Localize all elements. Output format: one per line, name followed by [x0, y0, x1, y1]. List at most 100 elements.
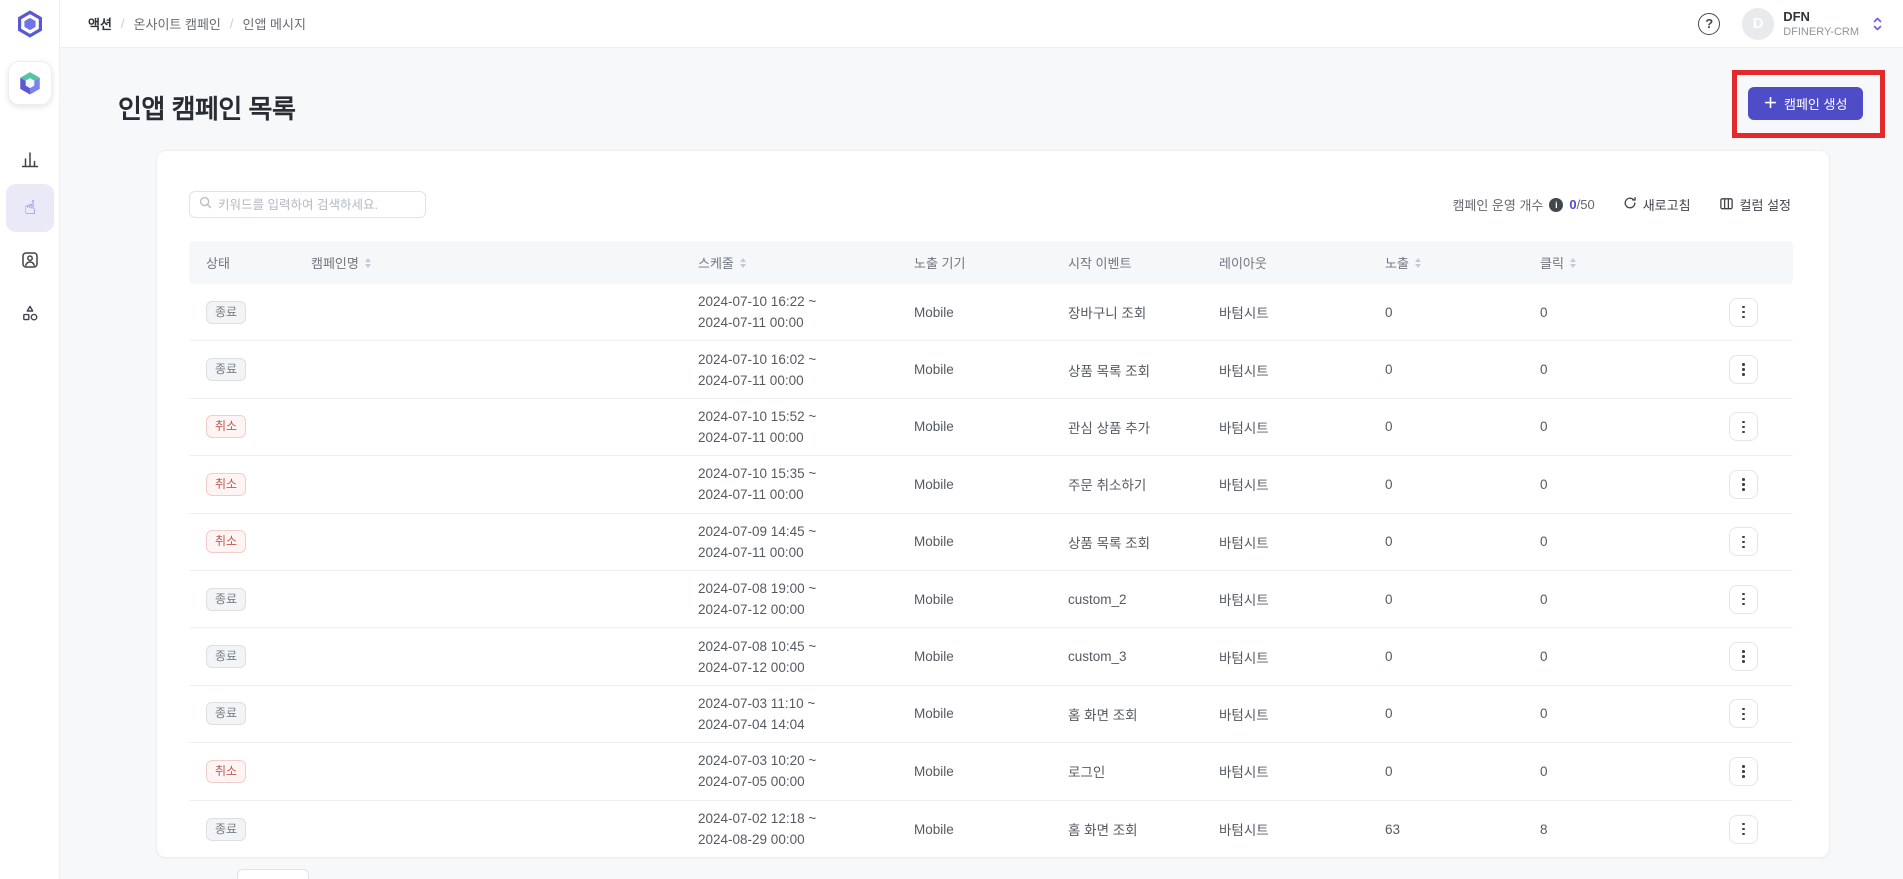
- schedule-start: 2024-07-03 10:20 ~: [698, 753, 817, 769]
- schedule-cell: 2024-07-09 14:45 ~ 2024-07-11 00:00: [681, 521, 897, 563]
- impressions-cell: 0: [1385, 706, 1393, 722]
- column-header-label: 스케줄: [698, 256, 734, 271]
- column-header-event: 시작 이벤트: [1051, 253, 1202, 272]
- impressions-cell: 0: [1385, 591, 1393, 607]
- row-actions-button[interactable]: [1729, 527, 1758, 557]
- sort-icon[interactable]: [1569, 257, 1576, 268]
- table-row: 종료 2024-07-08 10:45 ~ 2024-07-12 00:00 Mobi…: [189, 628, 1793, 686]
- status-badge: 종료: [206, 645, 247, 669]
- schedule-cell: 2024-07-02 12:18 ~ 2024-08-29 00:00: [681, 808, 897, 850]
- impressions-cell: 0: [1385, 534, 1393, 550]
- device-cell: Mobile: [914, 649, 954, 665]
- row-actions-button[interactable]: [1729, 469, 1758, 499]
- workspace-selector[interactable]: D DFN DFINERY-CRM: [1742, 7, 1883, 40]
- event-cell: custom_2: [1068, 591, 1127, 607]
- sidebar-item-data[interactable]: [6, 291, 54, 339]
- event-cell: 상품 목록 조회: [1068, 535, 1151, 551]
- table-row: 취소 2024-07-03 10:20 ~ 2024-07-05 00:00 Mobi…: [189, 743, 1793, 801]
- schedule-end: 2024-08-29 00:00: [698, 832, 805, 848]
- bar-chart-icon: [20, 149, 40, 174]
- table-body: 종료 2024-07-10 16:22 ~ 2024-07-11 00:00 Mobi…: [189, 284, 1793, 858]
- actions-cell: [1684, 297, 1793, 327]
- event-cell: custom_3: [1068, 649, 1127, 665]
- row-actions-button[interactable]: [1729, 297, 1758, 327]
- breadcrumb-item[interactable]: 액션: [88, 14, 112, 33]
- row-actions-button[interactable]: [1729, 814, 1758, 844]
- column-header-schedule[interactable]: 스케줄: [681, 253, 897, 272]
- refresh-icon: [1623, 196, 1637, 213]
- schedule-end: 2024-07-04 14:04: [698, 716, 805, 732]
- row-actions-button[interactable]: [1729, 412, 1758, 442]
- page-size-select[interactable]: [237, 869, 309, 879]
- schedule-end: 2024-07-11 00:00: [698, 315, 804, 331]
- status-badge: 취소: [206, 415, 247, 439]
- app-logo-icon[interactable]: [14, 8, 46, 40]
- column-settings-button[interactable]: 컬럼 설정: [1719, 195, 1791, 214]
- column-header-device: 노출 기기: [897, 253, 1051, 272]
- schedule-start: 2024-07-02 12:18 ~: [698, 811, 817, 827]
- workspace-name: DFINERY-CRM: [1783, 26, 1859, 38]
- status-cell: 종료: [189, 817, 294, 841]
- search-box: [189, 191, 426, 218]
- list-controls: 캠페인 운영 개수 i 0/50 새로고침 컬럼 설정: [1452, 191, 1791, 218]
- sort-icon[interactable]: [1414, 257, 1421, 268]
- breadcrumb: 액션 / 온사이트 캠페인 / 인앱 메시지: [88, 14, 306, 33]
- sort-icon[interactable]: [739, 257, 746, 268]
- sort-icon[interactable]: [364, 257, 371, 268]
- search-input[interactable]: [218, 197, 416, 212]
- column-header-label: 노출: [1385, 256, 1409, 271]
- column-header-label: 노출 기기: [914, 256, 966, 271]
- device-cell: Mobile: [914, 706, 954, 722]
- breadcrumb-item[interactable]: 인앱 메시지: [243, 14, 306, 33]
- info-icon[interactable]: i: [1549, 197, 1564, 212]
- sidebar-item-analytics[interactable]: [6, 137, 54, 185]
- column-header-impressions[interactable]: 노출: [1368, 253, 1523, 272]
- column-header-label: 레이아웃: [1219, 256, 1267, 271]
- campaign-count: 캠페인 운영 개수 i 0/50: [1452, 195, 1594, 214]
- breadcrumb-separator: /: [229, 16, 234, 31]
- refresh-button[interactable]: 새로고침: [1623, 195, 1691, 214]
- event-cell: 상품 목록 조회: [1068, 363, 1151, 379]
- campaign-table: 상태 캠페인명 스케줄 노출 기기 시작 이벤트 레이아웃 노출 클릭 종료 2024-07-1…: [189, 241, 1793, 858]
- row-actions-button[interactable]: [1729, 355, 1758, 385]
- refresh-label: 새로고침: [1642, 198, 1691, 213]
- column-header-name[interactable]: 캠페인명: [294, 253, 681, 272]
- table-row: 종료 2024-07-10 16:22 ~ 2024-07-11 00:00 Mobi…: [189, 284, 1793, 342]
- schedule-cell: 2024-07-08 19:00 ~ 2024-07-12 00:00: [681, 578, 897, 620]
- create-campaign-button[interactable]: 캠페인 생성: [1748, 87, 1864, 120]
- column-settings-label: 컬럼 설정: [1739, 198, 1791, 213]
- schedule-start: 2024-07-03 11:10 ~: [698, 695, 816, 711]
- schedule-cell: 2024-07-10 15:35 ~ 2024-07-11 00:00: [681, 463, 897, 505]
- event-cell: 장바구니 조회: [1068, 306, 1147, 322]
- status-cell: 종료: [189, 702, 294, 726]
- row-actions-button[interactable]: [1729, 756, 1758, 786]
- impressions-cell: 0: [1385, 763, 1393, 779]
- row-actions-button[interactable]: [1729, 642, 1758, 672]
- workspace-logo-icon[interactable]: [8, 61, 52, 105]
- status-cell: 종료: [189, 645, 294, 669]
- actions-cell: [1684, 814, 1793, 844]
- layout-cell: 바텀시트: [1219, 478, 1269, 494]
- sidebar-item-actions[interactable]: ☝: [6, 184, 54, 232]
- clicks-cell: 0: [1540, 362, 1548, 378]
- event-cell: 홈 화면 조회: [1068, 823, 1138, 839]
- breadcrumb-item[interactable]: 온사이트 캠페인: [134, 14, 221, 33]
- layout-cell: 바텀시트: [1219, 420, 1269, 436]
- clicks-cell: 0: [1540, 706, 1548, 722]
- schedule-start: 2024-07-09 14:45 ~: [698, 523, 817, 539]
- column-header-clicks[interactable]: 클릭: [1523, 253, 1684, 272]
- column-header-layout: 레이아웃: [1202, 253, 1368, 272]
- status-cell: 취소: [189, 759, 294, 783]
- status-badge: 종료: [206, 817, 247, 841]
- row-actions-button[interactable]: [1729, 584, 1758, 614]
- impressions-cell: 0: [1385, 362, 1393, 378]
- table-row: 취소 2024-07-09 14:45 ~ 2024-07-11 00:00 Mobi…: [189, 514, 1793, 571]
- column-header-label: 상태: [206, 256, 230, 271]
- layout-cell: 바텀시트: [1219, 823, 1269, 839]
- row-actions-button[interactable]: [1729, 699, 1758, 729]
- help-button[interactable]: ?: [1698, 12, 1721, 35]
- plus-icon: [1764, 96, 1777, 112]
- sidebar: ☝: [0, 0, 60, 879]
- sidebar-item-audience[interactable]: [6, 238, 54, 286]
- status-badge: 종료: [206, 300, 247, 324]
